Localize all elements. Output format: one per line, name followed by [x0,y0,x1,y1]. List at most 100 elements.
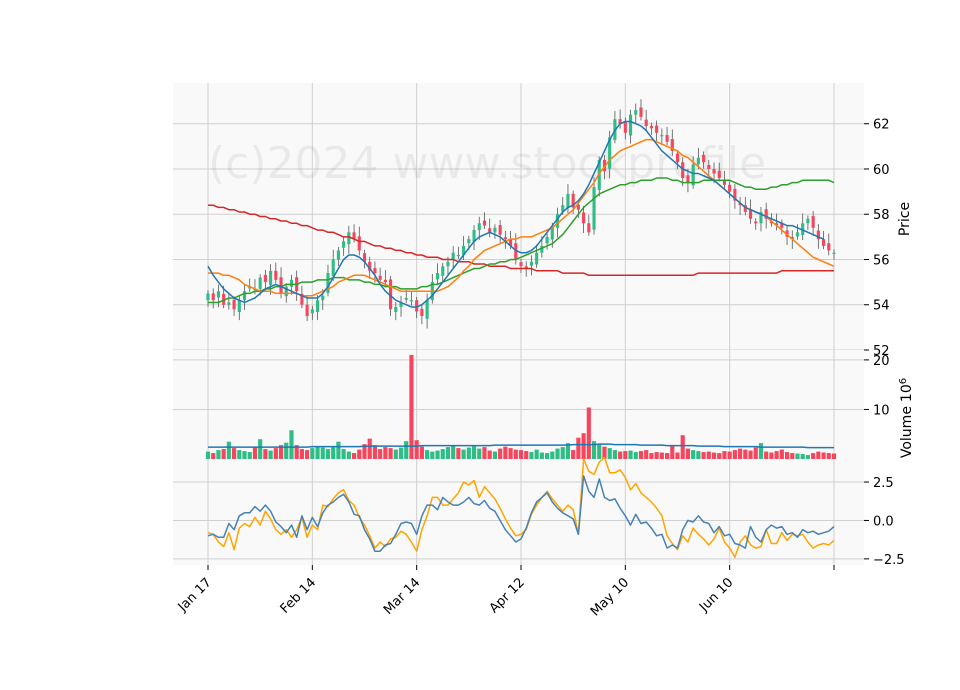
candle-body [639,107,643,117]
volume-bar [357,449,362,459]
candle-body [592,187,596,230]
volume-bar [487,450,492,459]
volume-bar [576,437,581,459]
candle-body [566,193,570,208]
candle-body [242,291,247,301]
candle-body [649,125,653,129]
volume-bar [252,447,258,459]
candle-body [409,300,414,302]
volume-bar [299,449,304,459]
volume-bar [508,448,513,459]
volume-axis-label: Volume106 [898,378,916,458]
candle-body [503,237,507,240]
volume-bar [550,451,555,459]
volume-bar [221,449,226,459]
volume-bar [471,446,477,459]
candle-body [696,157,700,165]
candle-body [655,125,659,133]
candle-body [582,212,586,224]
volume-bar [821,452,826,459]
oscillator-panel: −2.5 0.0 2.5 [173,456,905,568]
volume-bar [748,450,753,459]
volume-bar [378,449,383,459]
volume-bar [727,451,732,459]
volume-bar [612,450,617,459]
volume-bar [456,448,461,459]
volume-bar [800,454,805,459]
volume-bar [701,452,706,459]
volume-bar [529,452,534,459]
volume-bar [743,449,748,459]
candle-body [315,300,320,312]
volume-bar [618,451,623,459]
volume-bar [482,447,487,459]
volume-bar [237,450,242,459]
volume-bar [654,452,659,459]
candle-body [795,232,800,237]
y-tick-label: 60 [873,163,890,178]
volume-bar [659,452,664,459]
candle-body [822,239,826,246]
volume-bar [524,451,529,459]
volume-bar [258,439,263,459]
candle-body [383,279,387,283]
candle-body [237,300,241,312]
volume-bar [477,448,482,459]
volume-bar [753,447,758,459]
volume-bar [320,447,325,459]
volume-panel-background [173,350,864,459]
volume-bar [268,450,273,459]
volume-bar [305,450,310,459]
volume-bar [685,448,691,459]
candle-body [435,273,440,280]
volume-axis-label-text: Volume [899,406,915,458]
volume-bar [518,450,524,459]
volume-bar [492,451,498,459]
volume-bar [758,443,764,459]
volume-bar [372,445,378,459]
candle-body [728,184,732,192]
oscillator-panel-background [173,459,864,565]
volume-bar [336,441,341,459]
candle-body [722,180,727,185]
candle-body [644,119,648,126]
volume-panel: 10 20 Volume106 [173,350,915,459]
candle-body [347,232,351,245]
candle-body [535,252,539,265]
candle-body [269,270,273,285]
candle-body [712,168,716,174]
volume-bar [466,447,471,459]
candle-body [232,299,236,310]
volume-bar [425,450,430,459]
volume-bar [325,449,331,459]
volume-bar [409,354,414,459]
candle-body [420,308,424,317]
volume-bar [680,435,685,459]
y-tick-label: −2.5 [873,553,905,568]
volume-bar [790,453,795,459]
candle-body [206,293,210,301]
candle-body [425,300,429,319]
volume-bar [205,451,211,459]
volume-bar [461,449,466,459]
candle-body [827,243,831,251]
candle-body [373,268,377,274]
volume-bar [805,455,811,459]
volume-bar [826,453,831,459]
candle-body [456,254,460,257]
candle-body [832,252,836,254]
candle-body [441,266,445,276]
candle-body [446,261,450,267]
volume-bar [383,447,388,459]
volume-bar [831,453,837,459]
candle-body [357,236,361,251]
volume-bar [451,445,456,459]
volume-bar [555,448,560,459]
volume-bar [597,444,602,459]
volume-bar [722,451,727,459]
candle-body [675,153,680,163]
volume-bar [628,450,633,459]
volume-bar [211,453,216,459]
volume-bar [717,453,722,459]
volume-bar [398,447,404,459]
